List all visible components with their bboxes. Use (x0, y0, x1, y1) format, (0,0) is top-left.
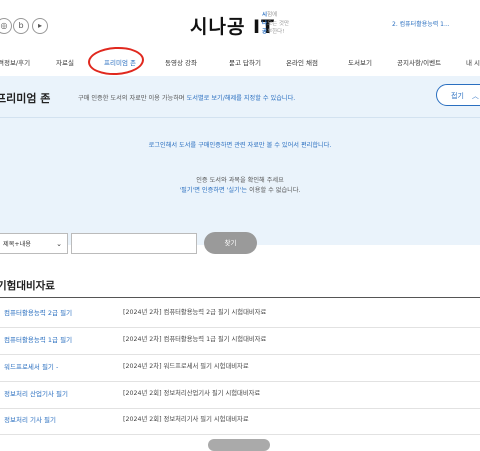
hint-message: '필기'면 인증하면 '실기'는 이용할 수 없습니다. (179, 187, 301, 194)
nav-pass-info[interactable]: 합격정보/후기 (0, 57, 30, 67)
list-item-title[interactable]: [2024년 2회] 정보처리산업기사 필기 시험대비자료 (123, 388, 260, 397)
main-nav: 합격정보/후기 자료실 프리미엄 존 동영상 강좌 묻고 답하기 온라인 채점 … (0, 48, 480, 77)
nav-notice-events[interactable]: 공지사항/이벤트 (397, 57, 441, 67)
chevron-down-icon: ⌄ (56, 240, 62, 248)
youtube-icon[interactable]: ▸ (32, 18, 48, 34)
search-type-select[interactable]: 제목+내용 ⌄ (0, 233, 68, 254)
list-item[interactable]: 정보처리 기사 필기 [2024년 2회] 정보처리기사 필기 시험대비자료 (0, 404, 480, 435)
exam-select[interactable]: 2. 컴퓨터활용능력 1... (392, 19, 480, 28)
instagram-icon[interactable]: ◎ (0, 18, 12, 34)
premium-zone-description: 구매 인증한 도서의 자료만 이용 가능하며 도서별로 보기/해제를 지정할 수… (78, 95, 296, 102)
chevron-up-icon: ︿ (471, 92, 479, 100)
search-input[interactable] (71, 233, 197, 254)
search-button[interactable]: 찾기 (204, 232, 257, 254)
fold-button[interactable]: 접기 ︿ (436, 84, 480, 106)
more-button[interactable] (208, 439, 270, 451)
list-item-category[interactable]: 정보처리 산업기사 필기 (4, 388, 68, 398)
list-item-category[interactable]: 워드프로세서 필기 - (4, 361, 58, 371)
nav-online-grading[interactable]: 온라인 채점 (286, 57, 318, 67)
list-item-category[interactable]: 컴퓨터활용능력 2급 필기 (4, 307, 72, 317)
list-item-category[interactable]: 정보처리 기사 필기 (4, 414, 56, 424)
list-item-title[interactable]: [2024년 2차] 워드프로세서 필기 시험대비자료 (123, 361, 249, 370)
premium-divider (0, 117, 480, 118)
confirm-message: 인증 도서와 과목을 확인해 주세요 (196, 177, 284, 184)
nav-resources[interactable]: 자료실 (56, 57, 74, 67)
blog-icon[interactable]: b (13, 18, 29, 34)
nav-video-lectures[interactable]: 동영상 강좌 (165, 57, 197, 67)
nav-books[interactable]: 도서보기 (348, 57, 372, 67)
list-section-title: 기험대비자료 (0, 280, 55, 292)
list-item-title[interactable]: [2024년 2회] 정보처리기사 필기 시험대비자료 (123, 414, 249, 423)
site-logo-tagline: 시험에 나오는 것만 공부한다! (262, 12, 290, 35)
list-item-title[interactable]: [2024년 2차] 컴퓨터활용능력 1급 필기 시험대비자료 (123, 334, 266, 343)
login-message: 로그인해서 도서를 구매인증하면 관련 자료만 볼 수 있어서 편리합니다. (148, 142, 332, 149)
list-item-category[interactable]: 컴퓨터활용능력 1급 필기 (4, 334, 72, 344)
nav-my-page[interactable]: 내 시 (466, 57, 480, 67)
list-item-title[interactable]: [2024년 2차] 컴퓨터활용능력 2급 필기 시험대비자료 (123, 307, 266, 316)
premium-zone-title: 프리미엄 존 (0, 92, 51, 105)
site-header: ◎ b ▸ 시나공 IT 시험에 나오는 것만 공부한다! 2. 컴퓨터활용능력… (0, 0, 480, 48)
nav-qna[interactable]: 묻고 답하기 (229, 57, 261, 67)
premium-zone-panel: 프리미엄 존 구매 인증한 도서의 자료만 이용 가능하며 도서별로 보기/해제… (0, 76, 480, 245)
